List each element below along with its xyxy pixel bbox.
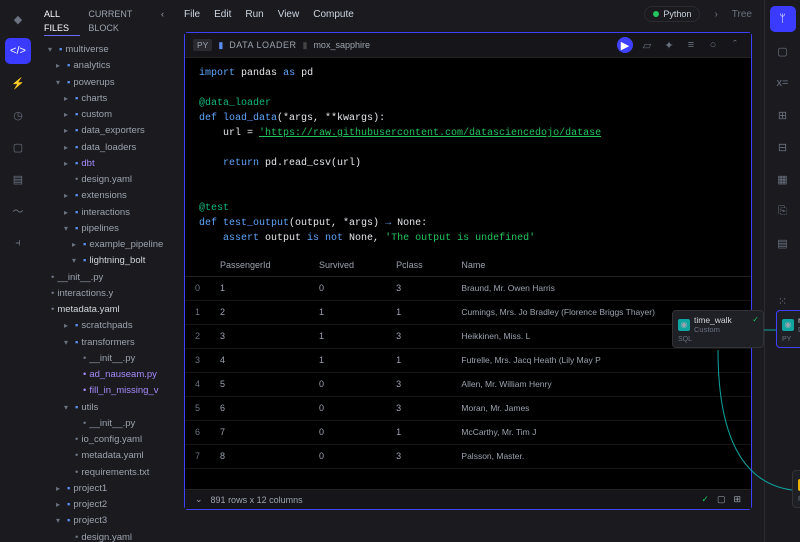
breadcrumb-chevron: › — [714, 9, 717, 20]
graph-node-mox_sapphire[interactable]: ✓◉mox_sapphireData loaderPY — [776, 310, 800, 348]
tree-item[interactable]: ▸▪scratchpads — [40, 318, 168, 334]
tree-item[interactable]: ▸▪custom — [40, 107, 168, 123]
menu-view[interactable]: View — [278, 9, 300, 20]
tree-item[interactable]: ▸▪interactions — [40, 205, 168, 221]
col-header[interactable]: Survived — [309, 254, 386, 277]
tree-item[interactable]: •design.yaml — [40, 530, 168, 542]
rail-btn-2[interactable]: ▤ — [5, 166, 31, 192]
tree-item[interactable]: ▾▪transformers — [40, 335, 168, 351]
table-row[interactable]: 7803Palsson, Master. — [185, 445, 751, 469]
rail-btn-r7[interactable]: ▤ — [770, 230, 796, 256]
table-row[interactable]: 0103Braund, Mr. Owen Harris — [185, 277, 751, 301]
expand-icon[interactable]: ⌄ — [195, 494, 203, 505]
rail-btn-code[interactable]: </> — [5, 38, 31, 64]
main: File Edit Run View Compute Python › Tree… — [172, 0, 764, 542]
tab-current-block[interactable]: CURRENT BLOCK — [88, 8, 153, 36]
rail-btn-r1[interactable]: ▢ — [770, 38, 796, 64]
right-rail: ᛘ ▢ x= ⊞ ⊟ ▦ ⎘ ▤ ⁙ — [764, 0, 800, 542]
filter-icon[interactable]: ≡ — [683, 37, 699, 53]
rail-btn-flash[interactable]: ⚡ — [5, 70, 31, 96]
sparkle-icon[interactable]: ✦ — [661, 37, 677, 53]
code-editor[interactable]: import pandas as pd @data_loader def loa… — [185, 58, 751, 254]
rail-btn-chart[interactable]: ⫞ — [5, 230, 31, 256]
tree-item[interactable]: ▾▪utils — [40, 400, 168, 416]
tree-item[interactable]: •ad_nauseam.py — [40, 367, 168, 383]
col-header[interactable]: Pclass — [386, 254, 451, 277]
tree-item[interactable]: ▾▪project3 — [40, 513, 168, 529]
graph-node-planeswalk[interactable]: ✓◉planeswalkData exporterPY — [792, 470, 800, 508]
tab-all-files[interactable]: ALL FILES — [44, 8, 80, 36]
rail-btn-r5[interactable]: ▦ — [770, 166, 796, 192]
tree-item[interactable]: ▾▪powerups — [40, 75, 168, 91]
tree-item[interactable]: •metadata.yaml — [40, 448, 168, 464]
rail-btn-r2[interactable]: x= — [770, 70, 796, 96]
tree-item[interactable]: ▸▪data_loaders — [40, 140, 168, 156]
tree-item[interactable]: ▸▪charts — [40, 91, 168, 107]
tree-item[interactable]: ▾▪multiverse — [40, 42, 168, 58]
editor-header: PY ▮ DATA LOADER ▮ mox_sapphire ▶ ▱ ✦ ≡ … — [185, 33, 751, 58]
table-row[interactable]: 4503Allen, Mr. William Henry — [185, 373, 751, 397]
more-icon[interactable]: ⊞ — [733, 494, 741, 505]
export-icon[interactable]: ▱ — [639, 37, 655, 53]
language-badge[interactable]: Python — [644, 6, 700, 22]
menu-run[interactable]: Run — [245, 9, 263, 20]
table-row[interactable]: 6701McCarthy, Mr. Tim J — [185, 421, 751, 445]
py-badge: PY — [193, 39, 212, 51]
tree-item[interactable]: •io_config.yaml — [40, 432, 168, 448]
menu-file[interactable]: File — [184, 9, 200, 20]
tree-item[interactable]: •metadata.yaml — [40, 302, 168, 318]
tree-item[interactable]: ▸▪analytics — [40, 58, 168, 74]
tree-item[interactable]: •__init__.py — [40, 351, 168, 367]
sidebar-tabs: ALL FILES CURRENT BLOCK ‹ — [36, 4, 172, 40]
menubar: File Edit Run View Compute Python › Tree — [172, 0, 764, 28]
tree-item[interactable]: •fill_in_missing_v — [40, 383, 168, 399]
table-row[interactable]: 2313Heikkinen, Miss. L — [185, 325, 751, 349]
tree-item[interactable]: •design.yaml — [40, 172, 168, 188]
function-name: mox_sapphire — [313, 40, 370, 50]
rail-btn-square[interactable]: ▢ — [5, 134, 31, 160]
row-count: 891 rows x 12 columns — [211, 495, 303, 505]
rail-btn-logo[interactable]: ◆ — [5, 6, 31, 32]
rail-btn-activity[interactable]: 〜 — [5, 198, 31, 224]
menu-edit[interactable]: Edit — [214, 9, 231, 20]
run-button[interactable]: ▶ — [617, 37, 633, 53]
copy-icon[interactable]: ▢ — [717, 494, 726, 505]
tree-item[interactable]: ▸▪data_exporters — [40, 123, 168, 139]
collapse-icon[interactable]: ˆ — [727, 37, 743, 53]
col-header[interactable]: PassengerId — [210, 254, 309, 277]
rail-btn-tree[interactable]: ᛘ — [770, 6, 796, 32]
table-row[interactable]: 5603Moran, Mr. James — [185, 397, 751, 421]
tree-item[interactable]: ▾▪lightning_bolt — [40, 253, 168, 269]
breadcrumb-tree[interactable]: Tree — [732, 9, 752, 20]
file-sidebar: ALL FILES CURRENT BLOCK ‹ ▾▪multiverse▸▪… — [36, 0, 172, 542]
check-icon: ✓ — [701, 494, 709, 505]
data-table[interactable]: PassengerIdSurvivedPclassName 0103Braund… — [185, 254, 751, 489]
tree-item[interactable]: ▸▪project1 — [40, 481, 168, 497]
tree-item[interactable]: •requirements.txt — [40, 465, 168, 481]
rail-btn-r4[interactable]: ⊟ — [770, 134, 796, 160]
tree-item[interactable]: ▸▪extensions — [40, 188, 168, 204]
tree-item[interactable]: •interactions.y — [40, 286, 168, 302]
rail-btn-r6[interactable]: ⎘ — [770, 198, 796, 224]
col-header[interactable]: Name — [451, 254, 751, 277]
tab-chevron[interactable]: ‹ — [161, 8, 164, 36]
tree-item[interactable]: ▸▪project2 — [40, 497, 168, 513]
left-rail: ◆ </> ⚡ ◷ ▢ ▤ 〜 ⫞ — [0, 0, 36, 542]
circle-icon[interactable]: ○ — [705, 37, 721, 53]
tree-item[interactable]: •__init__.py — [40, 416, 168, 432]
menu-compute[interactable]: Compute — [313, 9, 354, 20]
tree-item[interactable]: ▸▪dbt — [40, 156, 168, 172]
table-row[interactable]: 1211Cumings, Mrs. Jo Bradley (Florence B… — [185, 301, 751, 325]
block-type-label: DATA LOADER — [229, 40, 296, 50]
tree-item[interactable]: ▾▪pipelines — [40, 221, 168, 237]
status-bar: ⌄ 891 rows x 12 columns ✓ ▢ ⊞ — [185, 489, 751, 509]
file-tree: ▾▪multiverse▸▪analytics▾▪powerups▸▪chart… — [36, 40, 172, 542]
rail-btn-r3[interactable]: ⊞ — [770, 102, 796, 128]
tree-item[interactable]: ▸▪example_pipeline — [40, 237, 168, 253]
table-row[interactable]: 3411Futrelle, Mrs. Jacq Heath (Lily May … — [185, 349, 751, 373]
tree-item[interactable]: •__init__.py — [40, 270, 168, 286]
graph-node-time_walk[interactable]: ✓◉time_walkCustomSQL — [672, 310, 764, 348]
editor-panel: PY ▮ DATA LOADER ▮ mox_sapphire ▶ ▱ ✦ ≡ … — [184, 32, 752, 510]
rail-btn-clock[interactable]: ◷ — [5, 102, 31, 128]
